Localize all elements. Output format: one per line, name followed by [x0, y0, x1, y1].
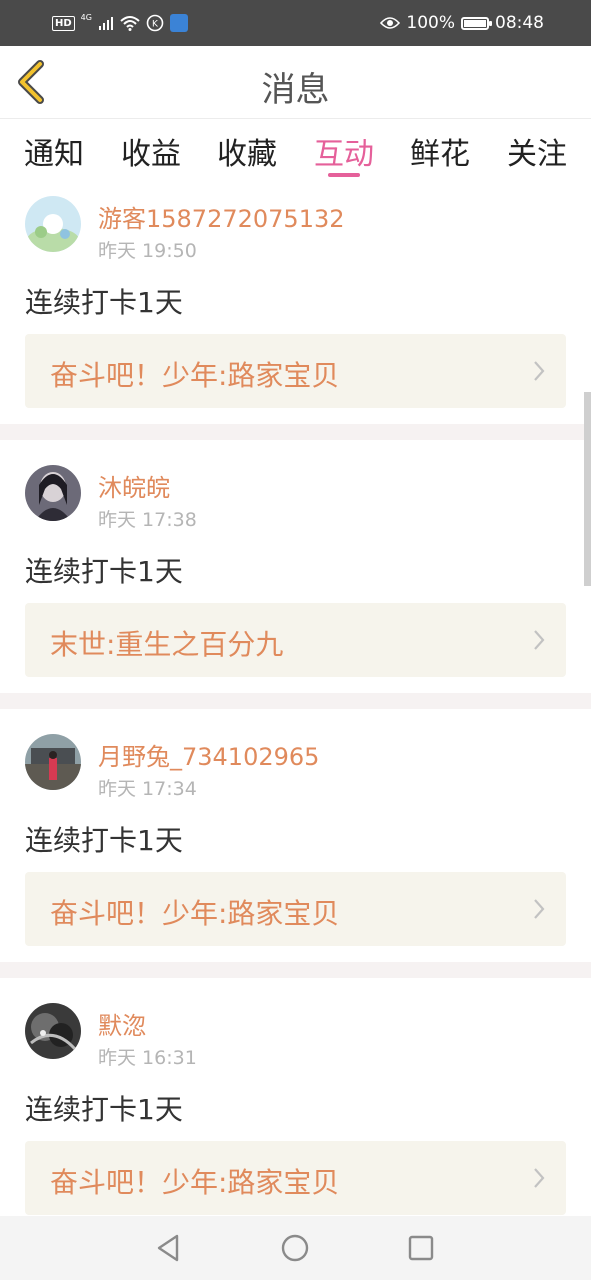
divider	[0, 693, 591, 709]
recents-square-icon	[408, 1235, 434, 1261]
page-title: 消息	[261, 70, 330, 110]
username[interactable]: 月野兔_734102965	[98, 737, 319, 772]
divider	[0, 424, 591, 440]
status-bar: HD 4G K 100% 08:48	[0, 0, 591, 46]
nav-back-button[interactable]	[153, 1232, 185, 1264]
chevron-right-icon	[534, 1168, 545, 1188]
scrollbar[interactable]	[584, 392, 591, 586]
home-circle-icon	[281, 1234, 309, 1262]
username[interactable]: 游客1587272075132	[98, 199, 345, 234]
book-link-card[interactable]: 奋斗吧！少年:路家宝贝	[25, 334, 566, 408]
wifi-icon	[120, 15, 140, 31]
signal-icon	[98, 15, 114, 31]
avatar[interactable]	[25, 465, 81, 521]
chevron-right-icon	[534, 899, 545, 919]
book-title: 末世:重生之百分九	[50, 628, 284, 661]
book-link-card[interactable]: 奋斗吧！少年:路家宝贝	[25, 1141, 566, 1215]
timestamp: 昨天 19:50	[98, 240, 197, 262]
tab-flowers[interactable]: 鲜花	[392, 129, 488, 173]
timestamp: 昨天 16:31	[98, 1047, 197, 1069]
timestamp: 昨天 17:34	[98, 778, 197, 800]
tab-interactions[interactable]: 互动	[296, 129, 392, 173]
list-item: 沐皖皖 昨天 17:38 连续打卡1天 末世:重生之百分九	[0, 440, 591, 693]
back-triangle-icon	[157, 1234, 179, 1262]
battery-icon	[461, 16, 492, 30]
tab-earnings[interactable]: 收益	[103, 129, 199, 173]
chevron-right-icon	[534, 361, 545, 381]
username[interactable]: 默淴	[98, 1006, 146, 1041]
message-text: 连续打卡1天	[25, 555, 183, 588]
battery-percent: 100%	[406, 13, 455, 33]
status-bar-left: HD 4G K	[52, 12, 188, 34]
book-link-card[interactable]: 末世:重生之百分九	[25, 603, 566, 677]
list-item: 游客1587272075132 昨天 19:50 连续打卡1天 奋斗吧！少年:路…	[0, 181, 591, 424]
divider	[0, 962, 591, 978]
message-list[interactable]: 游客1587272075132 昨天 19:50 连续打卡1天 奋斗吧！少年:路…	[0, 181, 591, 1216]
message-text: 连续打卡1天	[25, 286, 183, 319]
list-item: 月野兔_734102965 昨天 17:34 连续打卡1天 奋斗吧！少年:路家宝…	[0, 709, 591, 962]
tab-notifications[interactable]: 通知	[6, 129, 102, 173]
avatar[interactable]	[25, 1003, 81, 1059]
active-tab-indicator	[328, 173, 360, 177]
chevron-right-icon	[534, 630, 545, 650]
tab-bar: 通知 收益 收藏 互动 鲜花 关注	[0, 119, 591, 181]
book-title: 奋斗吧！少年:路家宝贝	[50, 359, 340, 392]
avatar[interactable]	[25, 734, 81, 790]
book-link-card[interactable]: 奋斗吧！少年:路家宝贝	[25, 872, 566, 946]
svg-text:K: K	[152, 20, 159, 30]
nav-recents-button[interactable]	[405, 1232, 437, 1264]
book-title: 奋斗吧！少年:路家宝贝	[50, 1166, 340, 1199]
list-item: 默淴 昨天 16:31 连续打卡1天 奋斗吧！少年:路家宝贝	[0, 978, 591, 1216]
timestamp: 昨天 17:38	[98, 509, 197, 531]
status-bar-right: 100% 08:48	[380, 12, 544, 34]
hd-badge: HD	[52, 15, 75, 31]
data-speed-icon: K	[146, 14, 164, 32]
message-text: 连续打卡1天	[25, 1093, 183, 1126]
book-title: 奋斗吧！少年:路家宝贝	[50, 897, 340, 930]
tab-following[interactable]: 关注	[489, 129, 585, 173]
message-text: 连续打卡1天	[25, 824, 183, 857]
nav-home-button[interactable]	[279, 1232, 311, 1264]
app-notification-icon	[169, 14, 188, 32]
clock: 08:48	[495, 13, 544, 33]
tab-favorites[interactable]: 收藏	[199, 129, 295, 173]
system-nav-bar	[0, 1216, 591, 1280]
title-bar: 消息	[0, 46, 591, 119]
username[interactable]: 沐皖皖	[98, 468, 170, 503]
eye-icon	[380, 16, 401, 30]
network-type: 4G	[80, 13, 92, 22]
avatar[interactable]	[25, 196, 81, 252]
